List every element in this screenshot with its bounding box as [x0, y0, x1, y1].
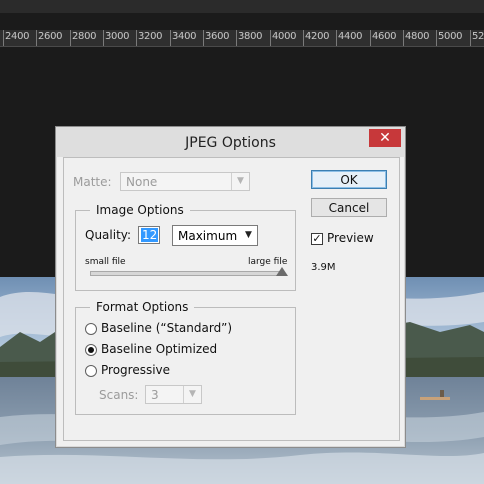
- jpeg-options-dialog: JPEG Options ✕ Matte: None ▼ Image Optio…: [55, 126, 406, 448]
- image-options-group: Image Options Quality: 12 Maximum ▼ smal…: [75, 203, 296, 291]
- app-top-bar: [0, 0, 484, 13]
- baseline-optimized-radio[interactable]: [85, 344, 97, 356]
- ruler-label: 3000: [105, 31, 130, 42]
- ok-button[interactable]: OK: [311, 170, 387, 189]
- ruler-label: 4000: [272, 31, 297, 42]
- matte-label: Matte:: [73, 175, 112, 189]
- matte-select[interactable]: None ▼: [120, 172, 250, 191]
- chevron-down-icon: ▼: [231, 173, 249, 190]
- chevron-down-icon: ▼: [183, 386, 201, 403]
- large-file-label: large file: [248, 257, 288, 267]
- ruler-label: 5200: [472, 31, 484, 42]
- progressive-label[interactable]: Progressive: [101, 363, 170, 377]
- ruler-label: 3800: [238, 31, 263, 42]
- dialog-title: JPEG Options: [185, 135, 276, 151]
- format-options-legend: Format Options: [90, 300, 195, 314]
- ruler-label: 5000: [438, 31, 463, 42]
- close-icon: ✕: [379, 130, 391, 146]
- quality-slider-track[interactable]: [90, 271, 284, 276]
- file-size-readout: 3.9M: [311, 262, 336, 273]
- chevron-down-icon: ▼: [245, 230, 252, 240]
- progressive-radio[interactable]: [85, 365, 97, 377]
- quality-preset-select[interactable]: Maximum ▼: [172, 225, 258, 246]
- scans-label: Scans:: [99, 388, 139, 402]
- ruler-label: 3200: [138, 31, 163, 42]
- baseline-optimized-label[interactable]: Baseline Optimized: [101, 342, 217, 356]
- close-button[interactable]: ✕: [369, 129, 401, 147]
- scans-value: 3: [151, 388, 159, 402]
- ruler-label: 4600: [372, 31, 397, 42]
- baseline-standard-radio[interactable]: [85, 323, 97, 335]
- scans-select[interactable]: 3 ▼: [145, 385, 202, 404]
- ruler-label: 2800: [72, 31, 97, 42]
- quality-value: 12: [141, 228, 159, 242]
- quality-label: Quality:: [85, 228, 132, 242]
- ruler-label: 4200: [305, 31, 330, 42]
- image-options-legend: Image Options: [90, 203, 190, 217]
- format-options-group: Format Options Baseline (“Standard”) Bas…: [75, 300, 296, 415]
- dialog-title-bar[interactable]: JPEG Options ✕: [56, 127, 405, 157]
- preview-label[interactable]: Preview: [327, 231, 374, 245]
- quality-input[interactable]: 12: [138, 226, 160, 244]
- cancel-button[interactable]: Cancel: [311, 198, 387, 217]
- matte-value: None: [126, 175, 158, 189]
- ruler-label: 3400: [172, 31, 197, 42]
- ruler-label: 4400: [338, 31, 363, 42]
- ruler-label: 4800: [405, 31, 430, 42]
- small-file-label: small file: [85, 257, 126, 267]
- radio-dot: [88, 347, 94, 353]
- baseline-standard-label[interactable]: Baseline (“Standard”): [101, 321, 232, 335]
- preview-checkbox[interactable]: ✓: [311, 233, 323, 245]
- quality-slider-thumb[interactable]: [276, 267, 288, 276]
- ruler-label: 3600: [205, 31, 230, 42]
- checkmark-icon: ✓: [312, 232, 322, 245]
- horizontal-ruler: 2400 2600 2800 3000 3200 3400 3600 3800 …: [0, 30, 484, 47]
- dialog-client-area: Matte: None ▼ Image Options Quality: 12 …: [63, 157, 400, 441]
- ruler-label: 2600: [38, 31, 63, 42]
- ruler-label: 2400: [5, 31, 30, 42]
- quality-preset-value: Maximum: [178, 229, 238, 243]
